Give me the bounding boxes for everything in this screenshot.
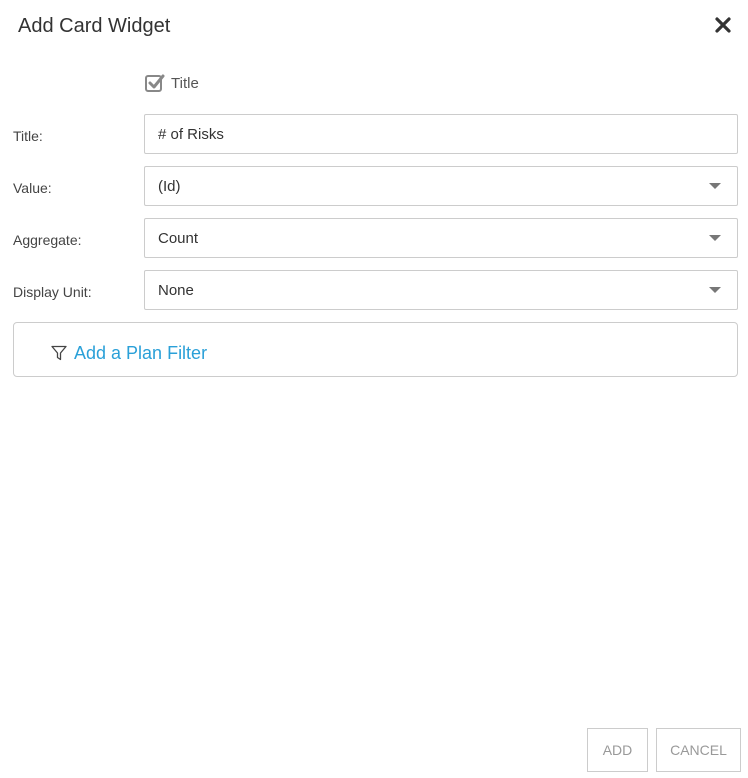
title-input[interactable]: # of Risks xyxy=(144,114,738,154)
title-label: Title: xyxy=(13,128,43,144)
display-unit-label: Display Unit: xyxy=(13,284,92,300)
chevron-down-icon xyxy=(709,183,721,189)
cancel-button[interactable]: CANCEL xyxy=(656,728,741,772)
chevron-down-icon xyxy=(709,235,721,241)
title-checkbox[interactable]: Title xyxy=(145,73,199,93)
add-button[interactable]: ADD xyxy=(587,728,648,772)
display-unit-select-selected: None xyxy=(158,282,194,299)
aggregate-label: Aggregate: xyxy=(13,232,82,248)
value-select-selected: (Id) xyxy=(158,178,181,195)
title-input-value: # of Risks xyxy=(158,126,224,143)
aggregate-select-selected: Count xyxy=(158,230,199,247)
aggregate-select[interactable]: Count xyxy=(144,218,738,258)
chevron-down-icon xyxy=(709,287,721,293)
value-label: Value: xyxy=(13,180,52,196)
checkbox-checked-icon xyxy=(145,74,165,92)
add-plan-filter-link[interactable]: Add a Plan Filter xyxy=(51,342,207,364)
add-plan-filter-label: Add a Plan Filter xyxy=(74,343,208,363)
dialog-title: Add Card Widget xyxy=(18,15,171,37)
title-checkbox-label: Title xyxy=(171,74,199,92)
plan-filter-panel: Add a Plan Filter xyxy=(13,322,738,377)
close-icon xyxy=(715,17,731,33)
close-button[interactable] xyxy=(712,14,734,36)
funnel-icon xyxy=(51,345,67,361)
display-unit-select[interactable]: None xyxy=(144,270,738,310)
value-select[interactable]: (Id) xyxy=(144,166,738,206)
